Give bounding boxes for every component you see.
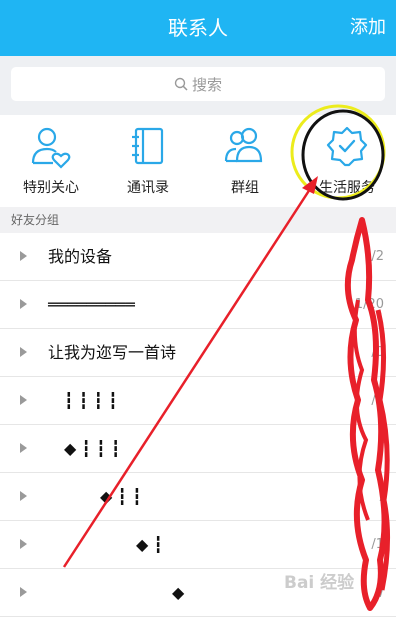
group-name: 我的设备: [48, 247, 113, 266]
group-name: ┇ ┇ ┇ ┇: [64, 391, 118, 410]
group-row[interactable]: ◆ ┇ ┇ /: [0, 473, 396, 521]
search-icon: [174, 77, 188, 91]
search-area: 搜索: [0, 56, 396, 115]
quick-label: 群组: [231, 180, 259, 196]
expand-arrow-icon: [20, 539, 27, 549]
quick-label: 通讯录: [127, 180, 169, 196]
top-bar: 联系人 添加: [0, 0, 396, 56]
watermark-logo: Bai 经验: [284, 573, 355, 593]
group-name: 让我为迩写一首诗: [48, 343, 177, 362]
group-name: ◆: [172, 583, 185, 602]
section-header: 好友分组: [0, 207, 396, 233]
expand-arrow-icon: [20, 347, 27, 357]
group-count: 1/20: [354, 297, 384, 312]
expand-arrow-icon: [20, 587, 27, 597]
search-input[interactable]: 搜索: [11, 67, 385, 101]
quick-access-bar: 特别关心 通讯录 群组 生活服务: [0, 115, 396, 207]
group-row[interactable]: ◆ ┇ ┇ ┇ /: [0, 425, 396, 473]
group-button[interactable]: 群组: [205, 115, 285, 207]
group-row[interactable]: ═════════ 1/20: [0, 281, 396, 329]
page-title: 联系人: [168, 16, 228, 40]
group-count: /1: [371, 537, 384, 552]
life-service-button[interactable]: 生活服务: [307, 115, 387, 207]
group-count: /0: [371, 345, 384, 360]
group-count: /2: [371, 393, 384, 408]
special-care-button[interactable]: 特别关心: [11, 115, 91, 207]
group-icon: [224, 127, 263, 163]
quick-label: 特别关心: [23, 180, 79, 196]
expand-arrow-icon: [20, 443, 27, 453]
address-book-icon: [132, 127, 164, 165]
group-row[interactable]: ◆ ┇ /1: [0, 521, 396, 569]
group-name: ◆ ┇ ┇ ┇: [64, 439, 121, 458]
quick-label: 生活服务: [319, 180, 375, 196]
group-name: ◆ ┇ ┇: [100, 487, 142, 506]
address-book-button[interactable]: 通讯录: [108, 115, 188, 207]
life-service-icon: [326, 126, 368, 167]
group-row[interactable]: 我的设备 /2: [0, 233, 396, 281]
add-button[interactable]: 添加: [350, 0, 386, 56]
expand-arrow-icon: [20, 299, 27, 309]
expand-arrow-icon: [20, 395, 27, 405]
expand-arrow-icon: [20, 491, 27, 501]
group-count: /2: [371, 249, 384, 264]
expand-arrow-icon: [20, 251, 27, 261]
search-placeholder: 搜索: [191, 75, 222, 94]
group-name: ═════════: [48, 295, 135, 314]
group-row[interactable]: ┇ ┇ ┇ ┇ /2: [0, 377, 396, 425]
group-count: /: [379, 585, 384, 600]
group-row[interactable]: 让我为迩写一首诗 /0: [0, 329, 396, 377]
special-care-icon: [31, 127, 71, 169]
group-count: /: [379, 441, 384, 456]
group-name: ◆ ┇: [136, 535, 164, 554]
group-count: /: [379, 489, 384, 504]
